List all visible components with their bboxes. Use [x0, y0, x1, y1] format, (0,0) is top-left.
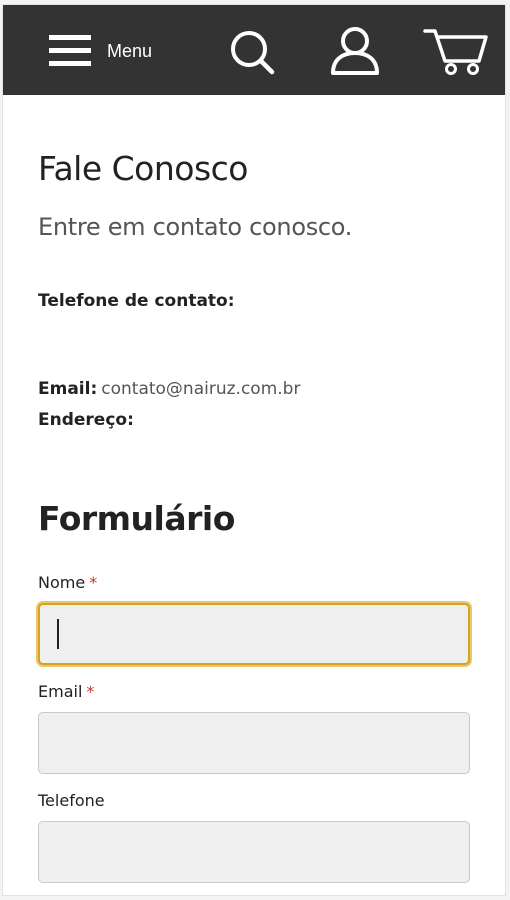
hamburger-icon — [49, 35, 91, 66]
email-input[interactable] — [38, 712, 470, 774]
required-marker: * — [86, 682, 95, 701]
name-field-label: Nome * — [38, 573, 97, 592]
contact-address-label: Endereço: — [38, 410, 134, 430]
contact-address: Endereço: — [38, 410, 134, 430]
cart-icon[interactable] — [423, 25, 489, 77]
page-frame: Menu Fale Conosco Entre em contato conos… — [2, 4, 506, 896]
required-marker: * — [89, 573, 98, 592]
contact-email-label: Email: — [38, 379, 98, 399]
contact-email: Email: contato@nairuz.com.br — [38, 379, 300, 399]
search-icon[interactable] — [229, 25, 275, 77]
text-cursor — [57, 619, 59, 649]
contact-phone: Telefone de contato: — [38, 291, 235, 311]
name-input[interactable] — [38, 603, 470, 665]
phone-input[interactable] — [38, 821, 470, 883]
contact-phone-label: Telefone de contato: — [38, 291, 235, 311]
phone-field-label: Telefone — [38, 791, 105, 810]
name-label-text: Nome — [38, 573, 86, 592]
menu-label: Menu — [107, 40, 153, 61]
page-subtitle: Entre em contato conosco. — [38, 213, 353, 241]
menu-button[interactable]: Menu — [49, 29, 179, 73]
email-field-label: Email * — [38, 682, 94, 701]
phone-label-text: Telefone — [38, 791, 105, 810]
top-navigation-bar: Menu — [3, 5, 505, 95]
email-label-text: Email — [38, 682, 83, 701]
form-title: Formulário — [38, 499, 235, 538]
user-icon[interactable] — [329, 25, 381, 77]
contact-email-value: contato@nairuz.com.br — [101, 379, 301, 399]
page-title: Fale Conosco — [38, 149, 249, 188]
